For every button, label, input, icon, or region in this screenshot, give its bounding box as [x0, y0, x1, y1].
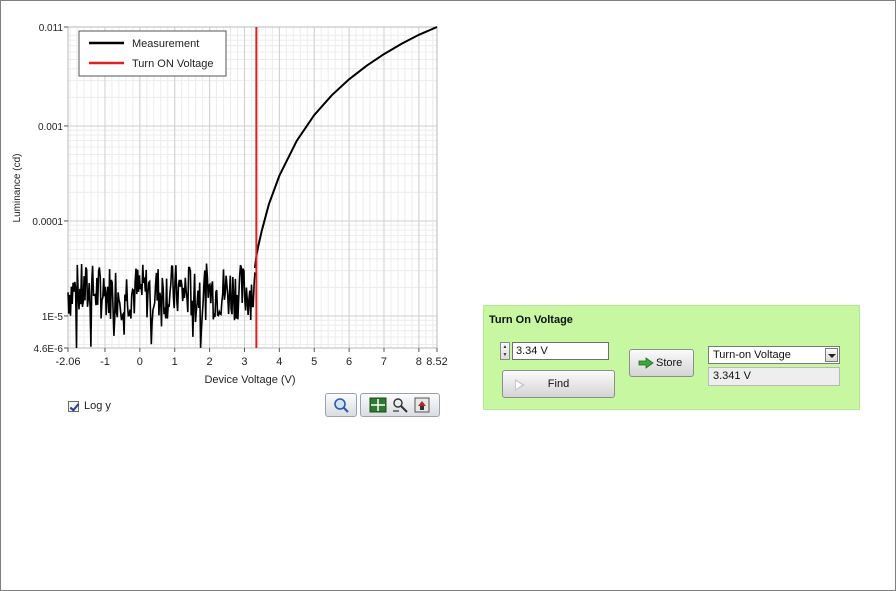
- chevron-down-icon[interactable]: [825, 348, 838, 362]
- voltage-field[interactable]: 3.34 V: [512, 342, 609, 360]
- x-tick-label: -2.06: [55, 356, 80, 368]
- x-tick-label: 0: [137, 356, 143, 368]
- find-button[interactable]: Find: [502, 370, 615, 398]
- y-tick-label: 0.011: [39, 23, 64, 34]
- x-axis-label: Device Voltage (V): [204, 374, 295, 386]
- magnifier-icon[interactable]: [332, 397, 350, 413]
- turn-on-voltage-panel: Turn On Voltage ▲ ▼ 3.34 V Find Store Tu…: [483, 305, 860, 410]
- store-arrow-icon: [638, 357, 654, 369]
- legend: Measurement Turn ON Voltage: [78, 30, 227, 77]
- x-tick-label: 1: [172, 356, 178, 368]
- y-tick-label: 4.6E-6: [34, 344, 64, 355]
- y-tick-label: 1E-5: [42, 312, 64, 323]
- pan-hand-icon[interactable]: [413, 397, 431, 413]
- spin-up-icon[interactable]: ▲: [503, 344, 508, 350]
- log-y-label: Log y: [84, 400, 111, 412]
- voltage-numeric-control[interactable]: ▲ ▼ 3.34 V: [500, 342, 609, 360]
- legend-turnon-label: Turn ON Voltage: [132, 58, 214, 70]
- cursor-crosshair-icon[interactable]: [369, 397, 387, 413]
- store-button-label: Store: [656, 357, 683, 369]
- graph-tools-palette[interactable]: [360, 393, 440, 417]
- y-axis-ticks: 4.6E-6 1E-5 0.0001 0.001 0.011: [32, 23, 68, 355]
- x-tick-label: 6: [346, 356, 352, 368]
- legend-measurement-label: Measurement: [132, 38, 199, 50]
- voltage-type-select[interactable]: Turn-on Voltage: [708, 346, 840, 364]
- y-tick-label: 0.0001: [32, 217, 63, 228]
- y-axis-label: Luminance (cd): [12, 154, 23, 223]
- zoom-palette[interactable]: [325, 393, 357, 417]
- panel-title: Turn On Voltage: [489, 314, 573, 326]
- log-y-toggle[interactable]: Log y: [68, 400, 111, 412]
- x-tick-label: 3: [241, 356, 247, 368]
- x-tick-label: 8: [416, 356, 422, 368]
- x-tick-label: 4: [276, 356, 282, 368]
- x-tick-label: 8.52: [426, 356, 447, 368]
- select-value: Turn-on Voltage: [713, 349, 791, 361]
- x-tick-label: 7: [381, 356, 387, 368]
- spin-down-icon[interactable]: ▼: [503, 352, 508, 358]
- x-tick-label: 5: [311, 356, 317, 368]
- x-tick-label: 2: [207, 356, 213, 368]
- zoom-area-icon[interactable]: [391, 397, 409, 413]
- find-button-label: Find: [547, 378, 570, 390]
- voltage-spinner[interactable]: ▲ ▼: [500, 342, 510, 360]
- stored-voltage-indicator: 3.341 V: [708, 367, 840, 386]
- log-y-checkbox[interactable]: [68, 400, 79, 412]
- x-axis-ticks: -2.06 -1 0 1 2 3 4 5 6 7 8 8.52: [55, 348, 448, 368]
- store-button[interactable]: Store: [629, 349, 694, 377]
- x-tick-label: -1: [100, 356, 110, 368]
- y-tick-label: 0.001: [38, 122, 63, 133]
